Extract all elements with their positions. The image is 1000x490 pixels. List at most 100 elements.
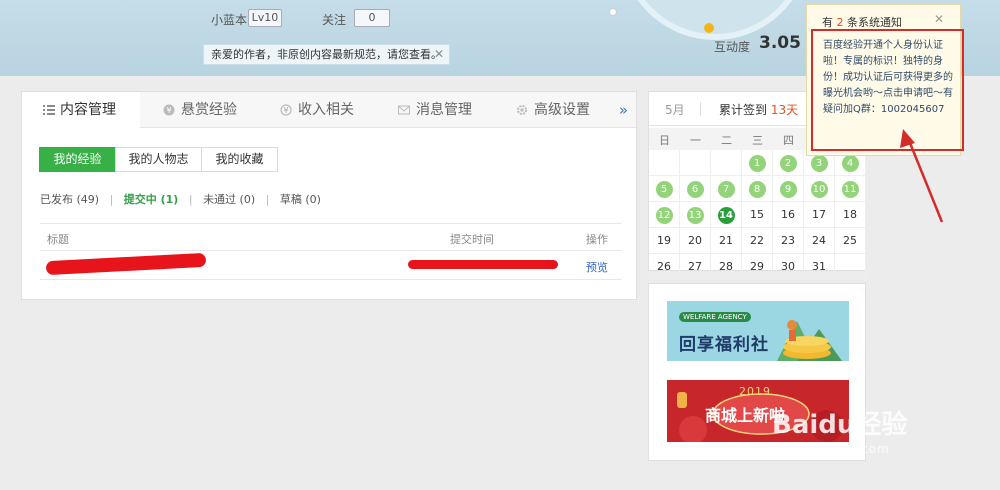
table-row[interactable]: 预览 (40, 251, 622, 280)
calendar-day: 7 (711, 176, 742, 202)
coin-icon: ¥ (163, 104, 175, 116)
subtab-my-favorites[interactable]: 我的收藏 (201, 147, 278, 172)
signed-day-marker: 1 (748, 155, 766, 172)
main-tab-bar: 内容管理 ¥ 悬赏经验 ¥ 收入相关 消息管理 高级设置 » (22, 92, 636, 129)
calendar-day: 16 (773, 202, 804, 228)
calendar-day: 29 (742, 254, 773, 280)
close-icon[interactable]: ✕ (434, 45, 444, 64)
tab-content-management[interactable]: 内容管理 (22, 92, 140, 129)
calendar-day: 22 (742, 228, 773, 254)
column-submit-time: 提交时间 (450, 233, 494, 246)
table-header: 标题 提交时间 操作 (40, 223, 622, 251)
column-title: 标题 (47, 233, 69, 246)
weekday-label: 一 (690, 134, 701, 147)
calendar-day: 19 (649, 228, 680, 254)
nickname-label: 小蓝本 (211, 13, 248, 27)
signed-day-marker: 11 (841, 181, 859, 198)
calendar-day: 13 (680, 202, 711, 228)
calendar-day: 1 (742, 150, 773, 176)
column-action: 操作 (586, 233, 608, 246)
calendar-day: 31 (804, 254, 835, 280)
redacted-submit-time (408, 260, 558, 269)
yen-icon: ¥ (280, 104, 292, 116)
calendar-day: 14 (711, 202, 742, 228)
header-white-dot (609, 8, 617, 16)
content-management-panel: 内容管理 ¥ 悬赏经验 ¥ 收入相关 消息管理 高级设置 » 我的经验 我的人物… (21, 91, 637, 300)
calendar-empty-cell (711, 150, 742, 176)
signed-day-marker: 12 (655, 207, 673, 224)
level-badge[interactable]: Lv10 (248, 9, 282, 27)
tabs-more-icon[interactable]: » (619, 92, 628, 128)
system-notification-popup: 有 2 条系统通知 ✕ 百度经验开通个人身份认证啦！专属的标识！独特的身份！成功… (806, 4, 964, 156)
signed-day-marker: 7 (717, 181, 735, 198)
watermark-brand: Baidu经验 (772, 410, 908, 440)
follow-label: 关注 (322, 13, 347, 27)
notification-count: 2 (836, 16, 844, 29)
calendar-day: 6 (680, 176, 711, 202)
policy-notice[interactable]: 亲爱的作者，非原创内容最新规范，请您查看。 ✕ (203, 44, 450, 65)
watermark-url: jingyan.baidu.com (762, 442, 890, 456)
calendar-day: 20 (680, 228, 711, 254)
signed-day-marker: 5 (655, 181, 673, 198)
filter-separator: | (109, 193, 114, 206)
calendar-day: 12 (649, 202, 680, 228)
status-filters: 已发布 (49) | 提交中 (1) | 未通过 (0) | 草稿 (0) (40, 191, 328, 207)
list-icon (43, 105, 55, 115)
tab-reward[interactable]: ¥ 悬赏经验 (161, 92, 237, 128)
calendar-day: 5 (649, 176, 680, 202)
notification-title-suffix: 条系统通知 (847, 16, 902, 29)
tab-income[interactable]: ¥ 收入相关 (278, 92, 354, 128)
filter-submitting[interactable]: 提交中 (1) (124, 193, 179, 206)
weekday-label: 四 (783, 134, 794, 147)
interaction-label: 互动度 (714, 40, 751, 54)
signin-days: 13天 (770, 103, 799, 117)
calendar-day: 17 (804, 202, 835, 228)
signed-day-marker: 3 (810, 155, 828, 172)
close-icon[interactable]: ✕ (934, 12, 944, 26)
policy-notice-text[interactable]: 亲爱的作者，非原创内容最新规范，请您查看。 (211, 48, 442, 61)
subtab-my-experience[interactable]: 我的经验 (39, 147, 116, 172)
calendar-day: 10 (804, 176, 835, 202)
filter-rejected[interactable]: 未通过 (0) (203, 193, 255, 206)
tab-label: 悬赏经验 (181, 102, 237, 118)
weekday-label: 日 (659, 134, 670, 147)
follow-count[interactable]: 0 (354, 9, 390, 27)
calendar-day: 26 (649, 254, 680, 280)
notification-body[interactable]: 百度经验开通个人身份认证啦！专属的标识！独特的身份！成功认证后可获得更多的曝光机… (811, 29, 964, 151)
today-marker[interactable]: 14 (717, 207, 735, 224)
calendar-day: 21 (711, 228, 742, 254)
calendar-day: 28 (711, 254, 742, 280)
calendar-day: 11 (835, 176, 866, 202)
tab-messages[interactable]: 消息管理 (396, 92, 472, 128)
mail-icon (398, 105, 410, 115)
calendar-day: 23 (773, 228, 804, 254)
tab-label: 高级设置 (534, 102, 590, 118)
calendar-day: 27 (680, 254, 711, 280)
signin-summary: 累计签到 13天 (719, 101, 798, 118)
signed-day-marker: 8 (748, 181, 766, 198)
calendar-divider (700, 102, 701, 116)
weekday-label: 二 (721, 134, 732, 147)
calendar-day: 2 (773, 150, 804, 176)
welfare-title: 回享福利社 (679, 335, 769, 355)
calendar-day: 25 (835, 228, 866, 254)
calendar-empty-cell (835, 254, 866, 280)
tab-advanced-settings[interactable]: 高级设置 (514, 92, 590, 128)
mall-year: 2019 (739, 385, 771, 398)
filter-draft[interactable]: 草稿 (0) (280, 193, 321, 206)
signed-day-marker: 6 (686, 181, 704, 198)
interaction-score: 3.05 (759, 33, 801, 53)
welfare-tag: WELFARE AGENCY (679, 312, 751, 322)
calendar-day: 30 (773, 254, 804, 280)
subtab-my-profiles[interactable]: 我的人物志 (115, 147, 202, 172)
welfare-agency-banner[interactable]: WELFARE AGENCY 回享福利社 (667, 301, 849, 361)
signed-day-marker: 13 (686, 207, 704, 224)
gear-icon (517, 105, 527, 115)
calendar-day: 18 (835, 202, 866, 228)
notification-title: 有 2 条系统通知 (822, 14, 902, 30)
preview-link[interactable]: 预览 (586, 259, 608, 275)
svg-text:¥: ¥ (283, 106, 288, 115)
filter-published[interactable]: 已发布 (49) (40, 193, 99, 206)
calendar-day: 24 (804, 228, 835, 254)
calendar-empty-cell (649, 150, 680, 176)
